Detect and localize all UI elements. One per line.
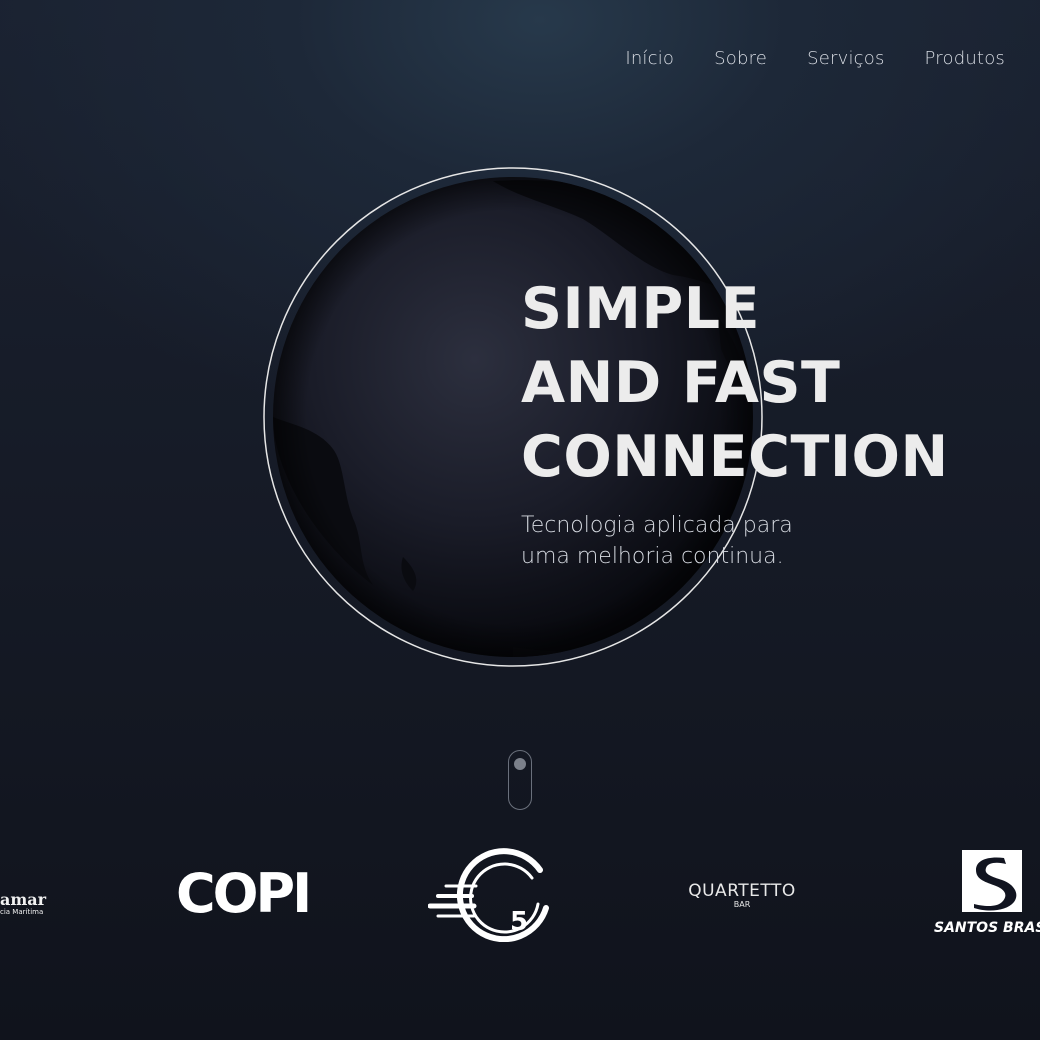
logo-amar: amar cia Marítima bbox=[0, 892, 46, 917]
main-nav: Início Sobre Serviços Produtos bbox=[625, 48, 1005, 69]
logo-quartetto-name: QUARTETTO bbox=[688, 881, 796, 901]
nav-item-produtos[interactable]: Produtos bbox=[925, 48, 1005, 69]
landing-page: Início Sobre Serviços Produtos SIMPLE AN… bbox=[0, 0, 1040, 1040]
nav-item-sobre[interactable]: Sobre bbox=[714, 48, 767, 69]
hero-section: SIMPLE AND FAST CONNECTION Tecnologia ap… bbox=[521, 272, 949, 572]
client-logos: amar cia Marítima COPI 5 QUARTETTO BAR S… bbox=[0, 840, 1040, 950]
hero-title-line-2: AND FAST bbox=[521, 350, 841, 416]
hero-subtitle: Tecnologia aplicada para uma melhoria co… bbox=[521, 510, 841, 572]
logo-amar-name: amar bbox=[0, 890, 47, 909]
logo-santos-brasil: SANTOS BRASIL bbox=[934, 850, 1040, 936]
hero-title: SIMPLE AND FAST CONNECTION bbox=[521, 272, 949, 494]
hero-subtitle-line-2: uma melhoria continua. bbox=[521, 544, 784, 569]
hero-subtitle-line-1: Tecnologia aplicada para bbox=[521, 513, 793, 538]
nav-item-inicio[interactable]: Início bbox=[625, 48, 674, 69]
santos-s-mark-icon bbox=[962, 850, 1022, 912]
logo-copi: COPI bbox=[176, 862, 312, 925]
logo-quartetto-sub: BAR bbox=[733, 900, 751, 909]
logo-santos-name: SANTOS BRASIL bbox=[934, 920, 1040, 936]
scroll-indicator[interactable] bbox=[508, 750, 532, 810]
scroll-dot bbox=[514, 758, 526, 770]
logo-quartetto: QUARTETTO BAR bbox=[682, 882, 802, 910]
nav-item-servicos[interactable]: Serviços bbox=[807, 48, 884, 69]
logo-g5: 5 bbox=[427, 848, 556, 946]
logo-g5-number: 5 bbox=[510, 907, 528, 937]
logo-amar-tagline: cia Marítima bbox=[0, 908, 44, 916]
hero-title-line-1: SIMPLE bbox=[521, 276, 761, 342]
hero-title-line-3: CONNECTION bbox=[521, 424, 949, 490]
